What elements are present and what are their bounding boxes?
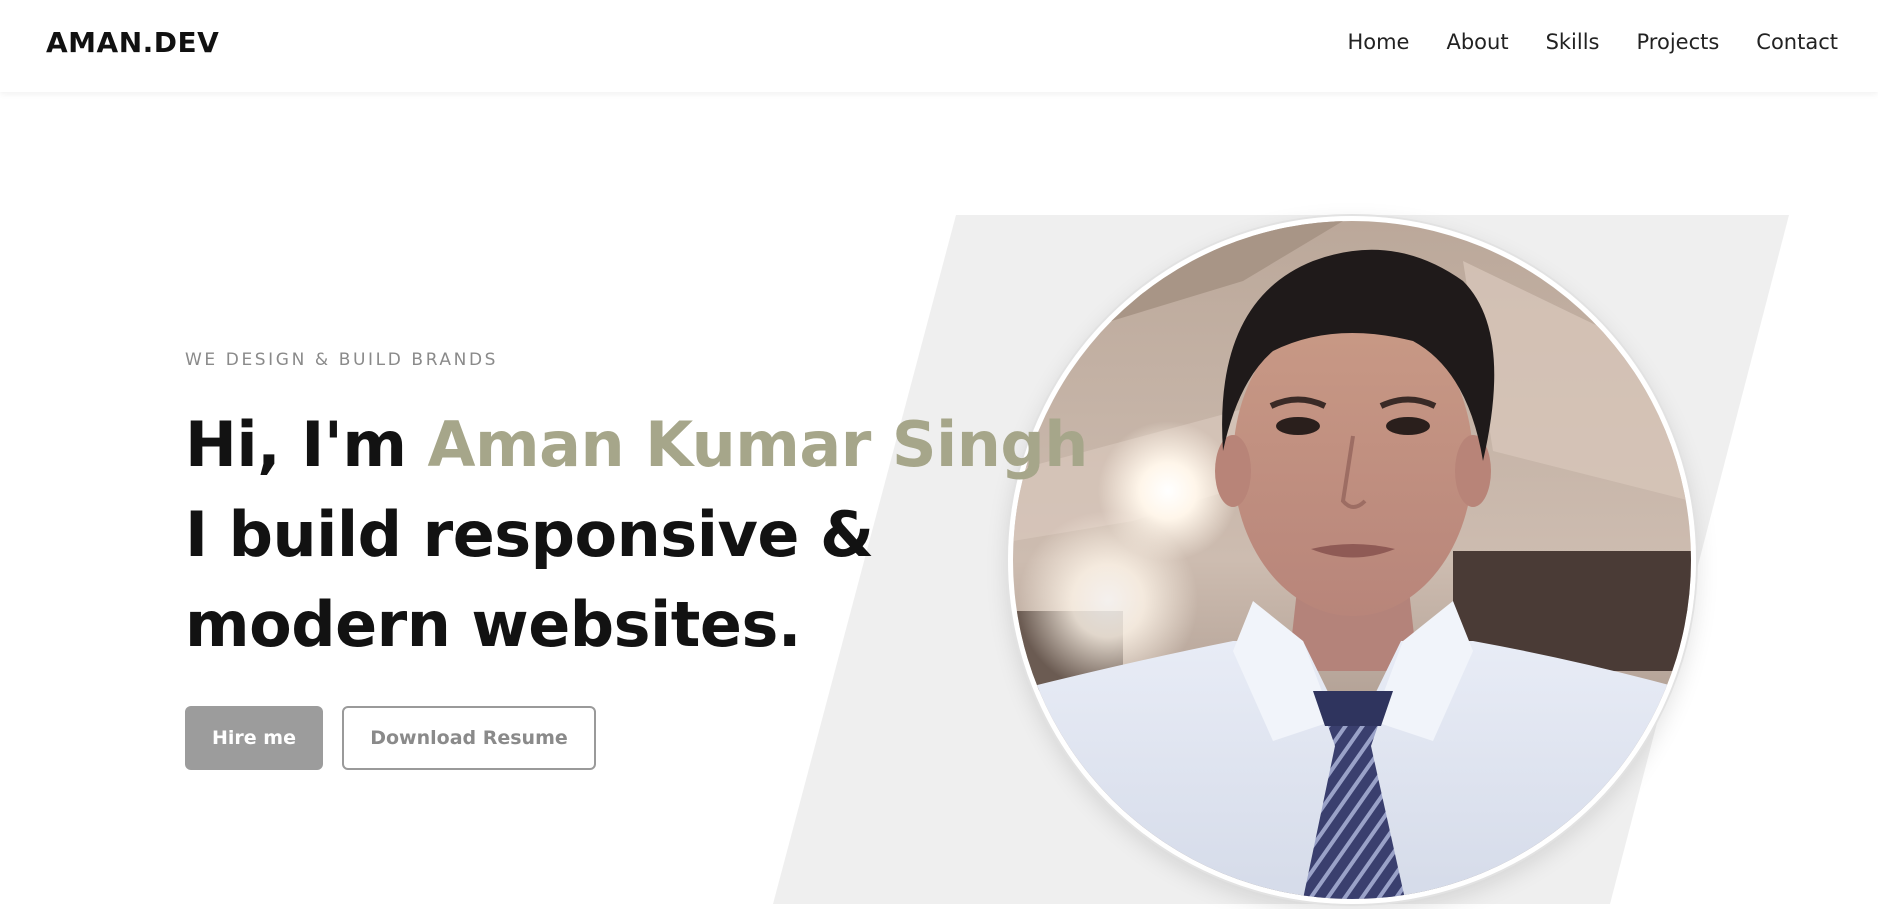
download-resume-button[interactable]: Download Resume (342, 706, 596, 770)
nav-link-projects[interactable]: Projects (1637, 30, 1720, 54)
headline-line-1: Hi, I'm Aman Kumar Singh (185, 400, 1088, 490)
hero-tagline: WE DESIGN & BUILD BRANDS (185, 350, 499, 370)
profile-photo (1008, 216, 1696, 904)
nav-link-home[interactable]: Home (1347, 30, 1409, 54)
headline-line-2: I build responsive & (185, 498, 874, 571)
headline-name: Aman Kumar Singh (427, 408, 1089, 481)
nav-link-skills[interactable]: Skills (1546, 30, 1600, 54)
hero-headline: Hi, I'm Aman Kumar Singh I build respons… (185, 400, 1088, 670)
headline-line-3: modern websites. (185, 588, 801, 661)
nav-link-about[interactable]: About (1446, 30, 1508, 54)
site-header: AMAN.DEV Home About Skills Projects Cont… (0, 0, 1878, 92)
main-nav: Home About Skills Projects Contact (1347, 30, 1838, 54)
nav-link-contact[interactable]: Contact (1756, 30, 1838, 54)
headline-greeting: Hi, I'm (185, 408, 407, 481)
site-logo[interactable]: AMAN.DEV (46, 26, 219, 59)
hire-me-button[interactable]: Hire me (185, 706, 323, 770)
